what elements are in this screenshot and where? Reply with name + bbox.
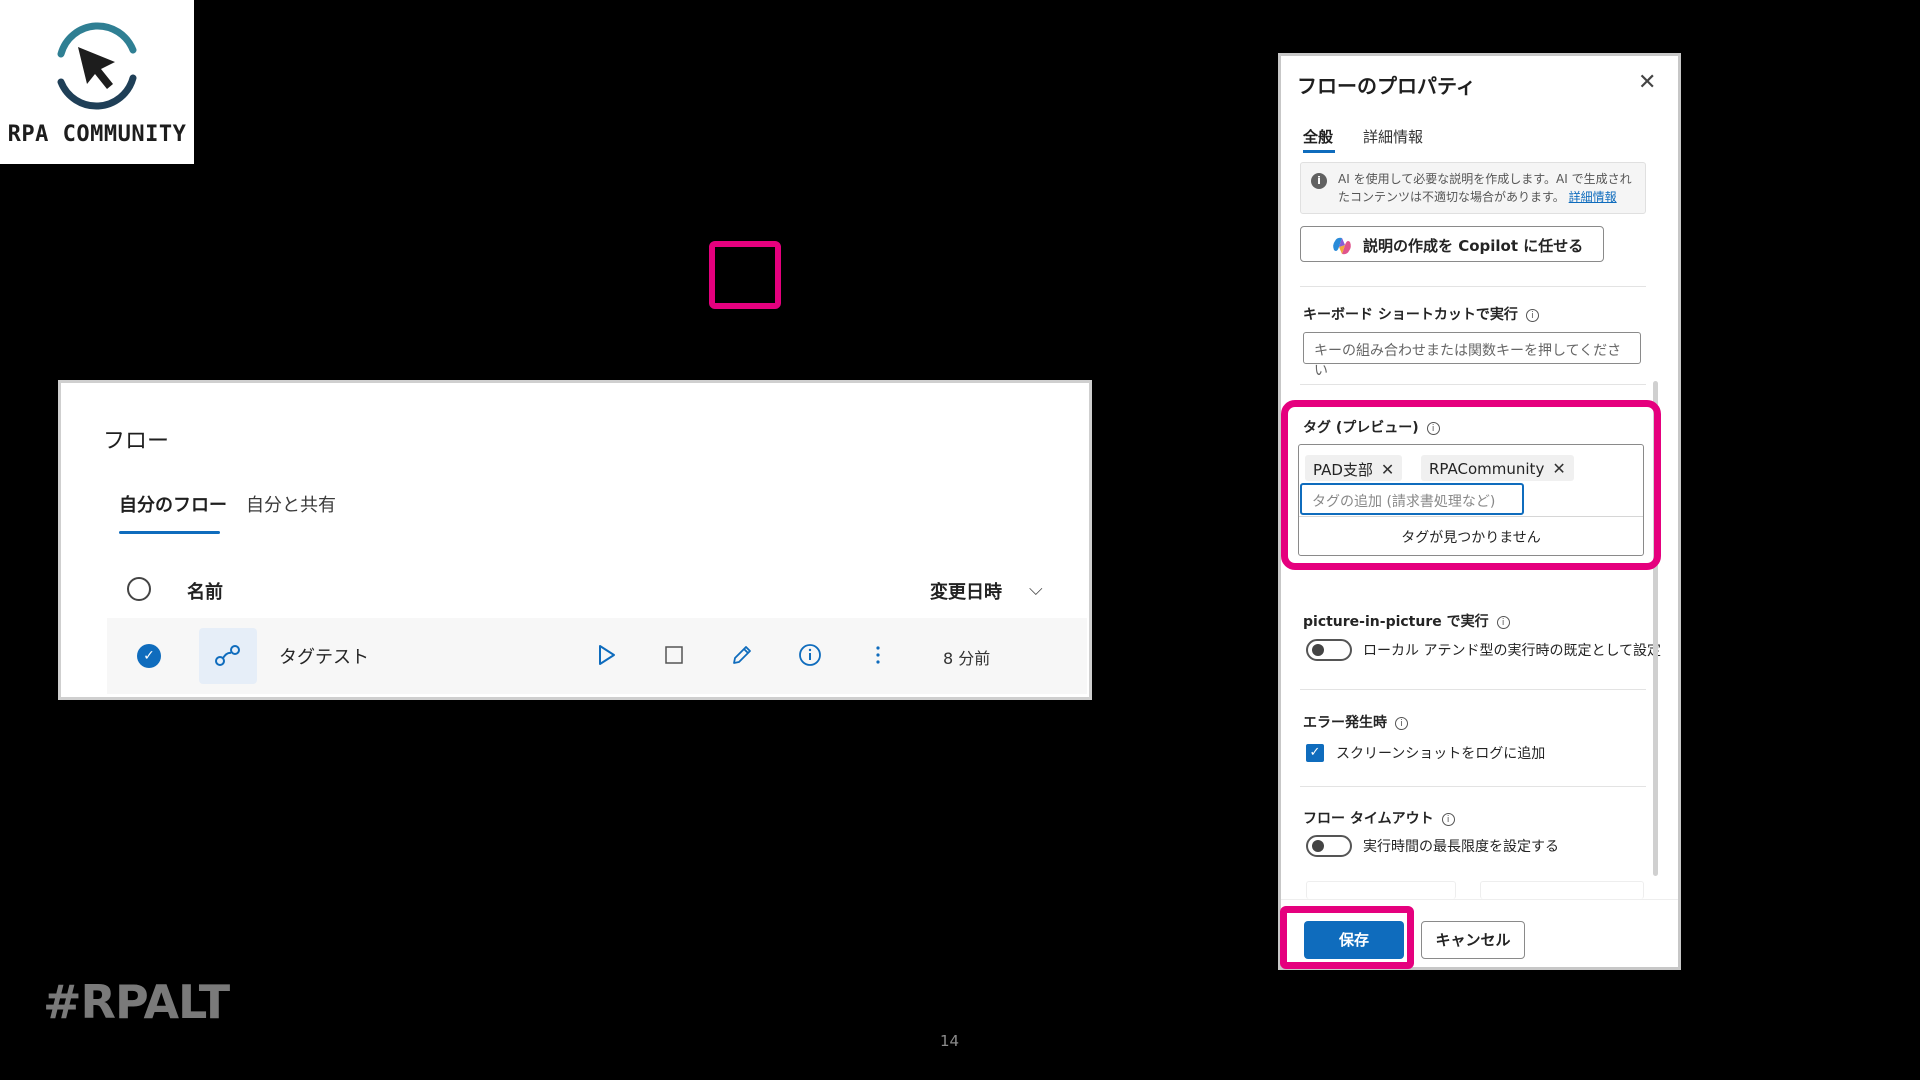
tab-details[interactable]: 詳細情報 xyxy=(1363,126,1423,147)
timeout-label-text: フロー タイムアウト xyxy=(1303,811,1434,827)
cursor-cycle-icon xyxy=(57,22,137,110)
page-number: 14 xyxy=(940,1032,960,1050)
screenshot-log-label: スクリーンショットをログに追加 xyxy=(1336,746,1546,762)
save-button-highlight xyxy=(1280,906,1414,969)
info-icon[interactable] xyxy=(793,638,827,672)
section-divider xyxy=(1300,286,1646,287)
keyboard-shortcut-input[interactable]: キーの組み合わせまたは関数キーを押してください xyxy=(1303,332,1641,379)
flows-list-card: フロー 自分のフロー 自分と共有 名前 変更日時 ⌵ ✓ タグテスト 8 分前 xyxy=(58,380,1092,700)
row-selected-checkbox[interactable]: ✓ xyxy=(137,644,161,668)
hashtag-text: #RPALT xyxy=(43,975,230,1029)
error-label: エラー発生時 i xyxy=(1303,712,1408,732)
section-divider xyxy=(1300,689,1646,690)
panel-title: フローのプロパティ xyxy=(1297,74,1476,98)
tab-shared-with-me[interactable]: 自分と共有 xyxy=(246,491,336,517)
pip-label: picture-in-picture で実行 i xyxy=(1303,611,1510,631)
modified-time: 8 分前 xyxy=(943,649,991,668)
active-tab-indicator xyxy=(119,531,220,534)
timeout-value-input[interactable] xyxy=(1306,881,1456,899)
info-icon[interactable]: i xyxy=(1395,716,1408,730)
keyboard-shortcut-label: キーボード ショートカットで実行 i xyxy=(1303,304,1539,324)
info-icon[interactable]: i xyxy=(1525,308,1539,322)
page-title: フロー xyxy=(103,429,170,454)
column-header-modified[interactable]: 変更日時 xyxy=(930,578,1002,604)
rpa-community-logo: RPA COMMUNITY xyxy=(0,0,194,164)
error-label-text: エラー発生時 xyxy=(1303,715,1387,731)
timeout-unit-select[interactable] xyxy=(1480,881,1644,899)
info-button-highlight xyxy=(709,241,781,309)
active-tab-indicator xyxy=(1303,150,1335,153)
flow-icon xyxy=(199,628,257,684)
learn-more-link[interactable]: 詳細情報 xyxy=(1569,190,1617,204)
stop-icon[interactable] xyxy=(657,638,691,672)
logo-text: RPA COMMUNITY xyxy=(7,122,187,147)
run-icon[interactable] xyxy=(589,638,623,672)
close-icon[interactable]: ✕ xyxy=(1638,70,1656,95)
info-icon[interactable]: i xyxy=(1441,812,1455,826)
flow-name[interactable]: タグテスト xyxy=(279,643,369,669)
timeout-toggle-label: 実行時間の最長限度を設定する xyxy=(1363,839,1559,855)
more-options-icon[interactable] xyxy=(861,638,895,672)
tags-highlight xyxy=(1281,400,1661,570)
section-divider xyxy=(1300,384,1646,385)
ai-info-text: AI を使用して必要な説明を作成します。AI で生成されたコンテンツは不適切な場… xyxy=(1338,170,1643,206)
flow-connector-icon xyxy=(215,645,240,666)
screenshot-log-checkbox[interactable]: ✓ xyxy=(1306,744,1324,762)
tab-my-flows[interactable]: 自分のフロー xyxy=(119,491,227,517)
copilot-button-label: 説明の作成を Copilot に任せる xyxy=(1363,237,1584,255)
ai-info-message: i AI を使用して必要な説明を作成します。AI で生成されたコンテンツは不適切… xyxy=(1300,162,1646,214)
footer-divider xyxy=(1281,899,1678,900)
table-row[interactable]: ✓ タグテスト 8 分前 xyxy=(107,618,1087,694)
timeout-toggle[interactable] xyxy=(1306,835,1352,857)
select-all-checkbox[interactable] xyxy=(127,577,151,601)
tab-general[interactable]: 全般 xyxy=(1303,126,1333,147)
copilot-description-button[interactable]: 説明の作成を Copilot に任せる xyxy=(1300,226,1604,262)
copilot-icon xyxy=(1333,237,1351,255)
cancel-button[interactable]: キャンセル xyxy=(1421,921,1525,959)
timeout-label: フロー タイムアウト i xyxy=(1303,808,1455,828)
chevron-down-icon[interactable]: ⌵ xyxy=(1029,579,1043,600)
pip-toggle[interactable] xyxy=(1306,639,1352,661)
pip-label-text: picture-in-picture で実行 xyxy=(1303,614,1489,630)
column-header-name[interactable]: 名前 xyxy=(187,578,223,604)
info-icon: i xyxy=(1311,173,1327,189)
edit-icon[interactable] xyxy=(725,638,759,672)
keyboard-shortcut-label-text: キーボード ショートカットで実行 xyxy=(1303,307,1518,323)
info-icon[interactable]: i xyxy=(1496,615,1510,629)
pip-toggle-label: ローカル アテンド型の実行時の既定として設定 xyxy=(1363,643,1662,659)
section-divider xyxy=(1300,786,1646,787)
